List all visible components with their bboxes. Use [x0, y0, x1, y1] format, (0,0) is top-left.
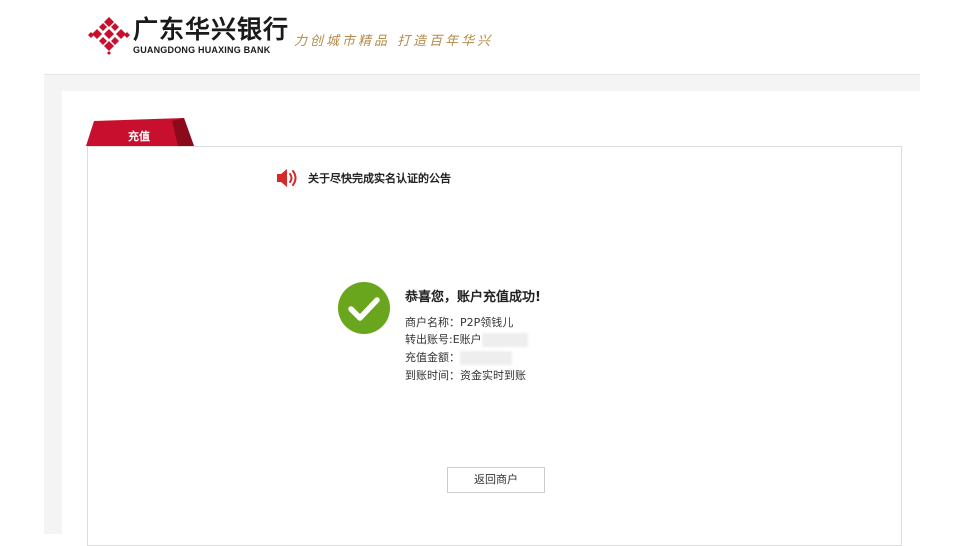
bank-name-cn: 广东华兴银行 [133, 15, 290, 44]
amount-row: 充值金额： [405, 351, 512, 365]
merchant-label: 商户名称： [405, 316, 460, 329]
account-value: E账户 [452, 333, 482, 346]
amount-redacted [460, 351, 512, 365]
notice-link[interactable]: 关于尽快完成实名认证的公告 [308, 170, 451, 186]
time-value: 资金实时到账 [460, 369, 526, 382]
amount-label: 充值金额： [405, 351, 460, 364]
success-title: 恭喜您，账户充值成功! [405, 290, 541, 305]
check-circle-icon [338, 282, 390, 334]
time-row: 到账时间：资金实时到账 [405, 369, 526, 383]
account-row: 转出账号:E账户 [405, 333, 528, 347]
bank-logo-icon [88, 17, 130, 55]
account-label: 转出账号: [405, 333, 453, 346]
time-label: 到账时间： [405, 369, 460, 382]
bank-name-en: GUANGDONG HUAXING BANK [133, 45, 271, 55]
bank-slogan: 力创城市精品 打造百年华兴 [294, 34, 494, 49]
back-to-merchant-button[interactable]: 返回商户 [447, 467, 545, 493]
tab-recharge-label[interactable]: 充值 [128, 128, 150, 144]
account-redacted [481, 333, 528, 347]
merchant-value: P2P领钱儿 [460, 316, 514, 329]
header: 广东华兴银行 GUANGDONG HUAXING BANK 力创城市精品 打造百… [0, 0, 965, 74]
merchant-row: 商户名称：P2P领钱儿 [405, 316, 513, 330]
speaker-icon [277, 169, 297, 187]
